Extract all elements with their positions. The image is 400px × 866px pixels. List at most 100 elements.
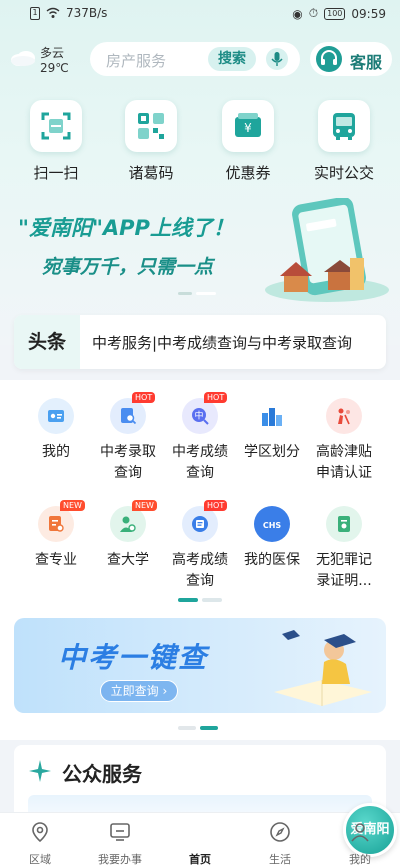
microphone-icon[interactable]: [266, 48, 288, 70]
tool-label: 扫一扫: [33, 164, 79, 182]
new-badge: NEW: [60, 500, 85, 511]
search-input[interactable]: 房产服务: [106, 50, 166, 71]
service-my[interactable]: 我的: [18, 398, 94, 463]
search-button[interactable]: 搜索: [208, 47, 256, 71]
headline-bar[interactable]: 头条 中考服务|中考成绩查询与中考录取查询: [14, 315, 386, 369]
service-score-search[interactable]: 中 HOT 中考成绩查询: [162, 392, 238, 484]
hero-pagination: [178, 292, 216, 295]
services-grid: 我的 HOT 中考录取查询 中 HOT 中考成绩查询 学区划分 高龄津贴申请认证…: [0, 380, 400, 610]
service-school-district[interactable]: 学区划分: [234, 398, 310, 463]
alarm-icon: ⏱: [308, 6, 319, 20]
monitor-icon: [110, 823, 130, 841]
tool-qr-code[interactable]: 诸葛码: [116, 100, 186, 183]
bus-icon: [318, 100, 370, 152]
service-label: 我的医保: [244, 552, 300, 568]
tool-scan[interactable]: 扫一扫: [21, 100, 91, 183]
nav-label: 生活: [269, 853, 291, 866]
battery-icon: 100: [324, 7, 346, 20]
nav-my[interactable]: 我的: [330, 821, 390, 866]
service-label: 中考成绩查询: [172, 444, 228, 481]
sim-icon: 1: [30, 6, 40, 20]
service-label: 我的: [42, 444, 70, 460]
gaokao-score-icon: HOT: [182, 500, 228, 542]
promo-query-button[interactable]: 立即查询 ›: [100, 680, 178, 702]
weather-widget[interactable]: 多云 29℃: [10, 42, 80, 78]
medical-insurance-icon: CHS: [254, 506, 290, 542]
svg-text:¥: ¥: [244, 121, 252, 135]
location-icon: [32, 822, 48, 843]
university-search-icon: NEW: [110, 500, 157, 542]
pagination-dot-active[interactable]: [200, 726, 218, 730]
service-elderly-allowance[interactable]: 高龄津贴申请认证: [306, 398, 382, 484]
user-icon: [351, 823, 369, 842]
compass-icon: [270, 822, 290, 842]
nav-label: 首页: [189, 853, 211, 866]
hero-subtitle: 宛事万千，只需一点: [42, 256, 214, 278]
service-label: 高龄津贴申请认证: [316, 444, 372, 481]
hot-badge: HOT: [132, 392, 156, 403]
hero-title: "爱南阳"APP上线了！: [18, 216, 234, 240]
tool-bus[interactable]: 实时公交: [309, 100, 379, 183]
service-label: 查大学: [107, 552, 149, 568]
score-search-icon: 中 HOT: [182, 392, 228, 434]
service-gaokao-score[interactable]: HOT 高考成绩查询: [162, 500, 238, 592]
service-university-search[interactable]: NEW 查大学: [90, 500, 166, 571]
promo-banner[interactable]: 中考一键查 立即查询 ›: [14, 618, 386, 713]
pagination-dot[interactable]: [178, 726, 196, 730]
pagination-dot-active[interactable]: [196, 292, 216, 295]
nav-label: 区域: [29, 853, 51, 866]
tool-coupon[interactable]: ¥ 优惠券: [213, 100, 283, 183]
new-badge: NEW: [132, 500, 157, 511]
nav-life[interactable]: 生活: [250, 821, 310, 866]
promo-button-label: 立即查询: [110, 684, 159, 698]
headset-icon: [316, 46, 342, 72]
hot-badge: HOT: [204, 500, 228, 511]
search-bar[interactable]: 房产服务 搜索: [90, 42, 300, 76]
status-bar: 1 737B/s ◉ ⏱ 100 09:59: [0, 0, 400, 28]
nav-label: 我的: [349, 853, 371, 866]
qr-code-icon: [125, 100, 177, 152]
id-card-icon: [38, 398, 74, 434]
nav-home[interactable]: 爱南阳 首页: [170, 803, 397, 866]
hot-badge: HOT: [204, 392, 228, 403]
pagination-dot-active[interactable]: [178, 598, 198, 602]
plus-star-icon: [29, 760, 51, 782]
promo-section: 中考一键查 立即查询 ›: [0, 610, 400, 740]
pagination-dot[interactable]: [202, 598, 222, 602]
service-label: 查专业: [35, 552, 77, 568]
weather-desc: 多云: [40, 46, 65, 60]
service-label: 中考录取查询: [100, 444, 156, 481]
bottom-navigation: 区域 我要办事 爱南阳 首页 生活 我的: [0, 803, 400, 866]
scan-icon: [30, 100, 82, 152]
eye-icon: ◉: [292, 6, 303, 21]
customer-service-label: 客服: [350, 53, 383, 72]
hero-banner[interactable]: "爱南阳"APP上线了！ 宛事万千，只需一点: [0, 190, 400, 305]
tool-label: 诸葛码: [128, 164, 174, 182]
nav-region[interactable]: 区域: [10, 821, 70, 866]
service-admission-search[interactable]: HOT 中考录取查询: [90, 392, 166, 484]
service-label: 高考成绩查询: [172, 552, 228, 589]
tool-label: 优惠券: [225, 164, 271, 182]
no-crime-record-icon: [326, 506, 362, 542]
cloud-icon: [11, 51, 35, 66]
service-no-crime-record[interactable]: 无犯罪记录证明...: [306, 506, 382, 592]
service-medical-insurance[interactable]: CHS 我的医保: [234, 506, 310, 571]
clock: 09:59: [351, 6, 386, 21]
tool-label: 实时公交: [313, 164, 374, 182]
svg-text:中: 中: [194, 410, 203, 422]
public-services-title: 公众服务: [62, 762, 142, 786]
service-label: 无犯罪记录证明...: [316, 552, 372, 589]
service-major-search[interactable]: NEW 查专业: [18, 500, 94, 571]
grid-pagination: [178, 598, 222, 602]
wifi-icon: [46, 7, 60, 18]
student-book-illustration: [274, 630, 372, 706]
pagination-dot[interactable]: [178, 292, 192, 295]
nav-services[interactable]: 我要办事: [90, 821, 150, 866]
headline-text[interactable]: 中考服务|中考成绩查询与中考录取查询: [92, 332, 352, 353]
weather-temp: 29℃: [40, 61, 69, 75]
phone-illustration: [265, 198, 389, 302]
svg-text:CHS: CHS: [263, 521, 281, 530]
headline-tag: 头条: [14, 315, 80, 369]
customer-service-button[interactable]: 客服: [310, 42, 392, 76]
admission-search-icon: HOT: [110, 392, 156, 434]
